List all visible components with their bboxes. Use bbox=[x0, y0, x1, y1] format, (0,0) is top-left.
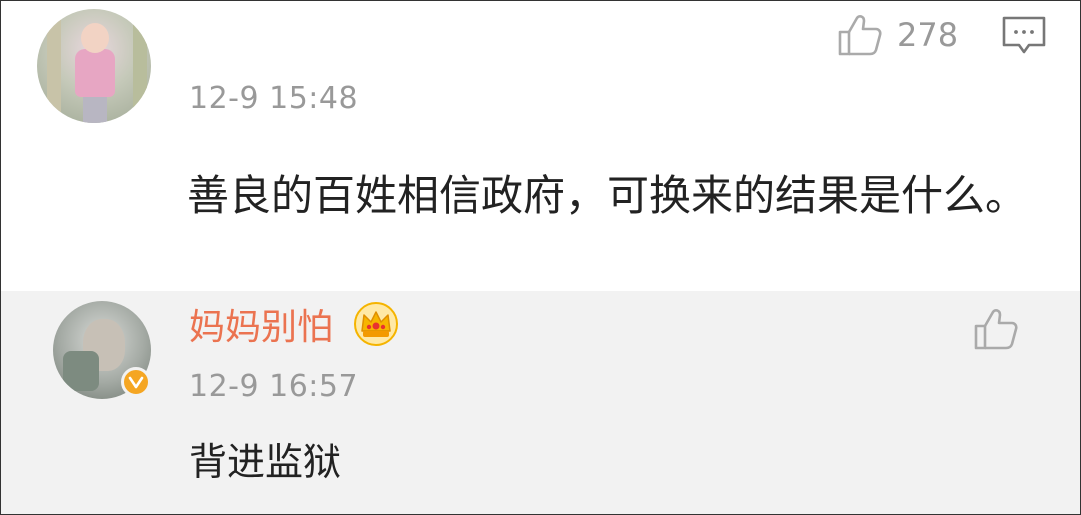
verified-badge-icon bbox=[121, 367, 151, 397]
avatar-photo-figure bbox=[63, 351, 99, 391]
comment-bubble-icon[interactable] bbox=[1001, 15, 1047, 57]
commenter-avatar[interactable] bbox=[37, 9, 151, 123]
reply-timestamp: 12-9 16:57 bbox=[189, 369, 359, 404]
reply-item: 妈妈别怕 12-9 16:57 背进监狱 bbox=[1, 291, 1080, 514]
avatar-photo-figure bbox=[81, 23, 109, 53]
comment-item: 12-9 15:48 278 善良的百姓相信政府，可换来的结果是什么。 bbox=[1, 1, 1080, 291]
reply-username[interactable]: 妈妈别怕 bbox=[189, 305, 333, 351]
avatar-photo-figure bbox=[75, 49, 115, 97]
comment-timestamp: 12-9 15:48 bbox=[189, 81, 359, 116]
avatar-photo-figure bbox=[83, 95, 107, 123]
avatar-photo-bg bbox=[133, 9, 147, 123]
avatar-photo-bg bbox=[47, 9, 61, 123]
thumbs-up-icon bbox=[838, 15, 882, 56]
thumbs-up-icon[interactable] bbox=[973, 307, 1019, 351]
like-button[interactable]: 278 bbox=[837, 13, 958, 57]
reply-text: 背进监狱 bbox=[189, 440, 342, 484]
comment-thread: 12-9 15:48 278 善良的百姓相信政府，可换来的结果是什么。 妈妈别怕… bbox=[0, 0, 1081, 515]
crown-icon[interactable] bbox=[353, 301, 399, 347]
comment-text: 善良的百姓相信政府，可换来的结果是什么。 bbox=[187, 171, 1028, 220]
like-count: 278 bbox=[897, 16, 959, 54]
